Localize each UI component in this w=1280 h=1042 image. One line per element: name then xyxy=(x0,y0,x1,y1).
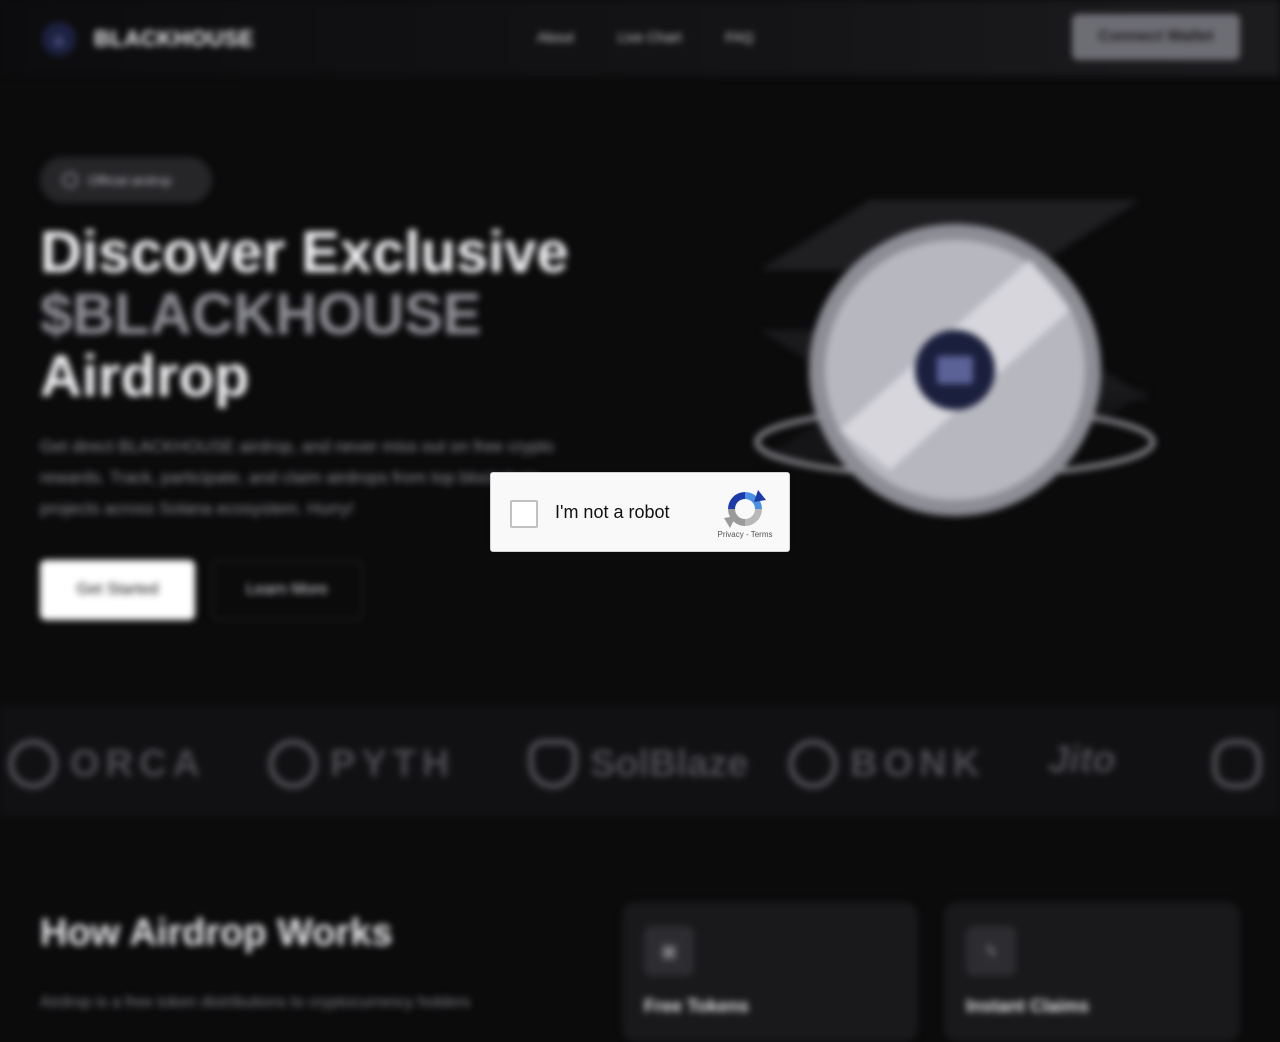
flame-icon xyxy=(528,739,578,789)
lightning-icon: ϟ xyxy=(966,926,1016,976)
nav-item-faq[interactable]: FAQ xyxy=(725,29,753,45)
connect-wallet-button[interactable]: Connect Wallet xyxy=(1072,14,1240,60)
main-nav: About Live Chart FAQ xyxy=(537,29,753,45)
feature-card-free-tokens: ▣ Free Tokens xyxy=(622,902,918,1042)
official-airdrop-badge: Official airdrop xyxy=(40,157,212,203)
learn-more-button[interactable]: Learn More xyxy=(212,560,362,620)
partner-pyth: PYTH xyxy=(268,739,455,789)
partner-bonk: BONK xyxy=(788,739,986,789)
partner-orca: ORCA xyxy=(8,739,206,789)
hero-title-line3: Airdrop xyxy=(40,344,250,409)
logo-icon: ⌂ xyxy=(42,22,76,56)
get-started-button[interactable]: Get Started xyxy=(40,560,195,620)
site-header: ⌂ BLACKHOUSE About Live Chart FAQ Connec… xyxy=(0,0,1280,76)
recaptcha-label: I'm not a robot xyxy=(555,502,670,522)
how-it-works-title: How Airdrop Works xyxy=(40,912,393,954)
bonk-logo-icon xyxy=(788,739,838,789)
how-it-works-description: Airdrop is a free token distributions to… xyxy=(40,994,471,1011)
partner-solblaze: SolBlaze xyxy=(528,739,748,789)
terms-link[interactable]: Terms xyxy=(751,530,773,539)
hero-coin-illustration xyxy=(740,200,1170,540)
badge-label: Official airdrop xyxy=(88,172,172,188)
privacy-link[interactable]: Privacy xyxy=(718,530,744,539)
nav-item-live-chart[interactable]: Live Chart xyxy=(618,29,682,45)
hero-title-line1: Discover Exclusive xyxy=(40,220,569,285)
recaptcha-links: Privacy - Terms xyxy=(713,530,777,539)
partners-strip: ORCA PYTH SolBlaze BONK Jito xyxy=(0,705,1280,817)
link-separator: - xyxy=(743,530,751,539)
hero-title: Discover Exclusive $BLACKHOUSE Airdrop xyxy=(40,222,569,408)
partner-cut-off xyxy=(1212,739,1262,789)
card-title: Instant Claims xyxy=(966,996,1090,1016)
feature-card-instant-claims: ϟ Instant Claims xyxy=(944,902,1240,1042)
nav-item-about[interactable]: About xyxy=(537,29,574,45)
badge-icon xyxy=(62,172,78,188)
logo-text: BLACKHOUSE xyxy=(94,26,255,51)
pyth-logo-icon xyxy=(268,739,318,789)
partner-logo-icon xyxy=(1212,739,1262,789)
card-title: Free Tokens xyxy=(644,996,749,1016)
partner-jito: Jito xyxy=(1048,739,1116,781)
hero-title-line2: $BLACKHOUSE xyxy=(40,282,482,347)
recaptcha-checkbox[interactable] xyxy=(510,500,538,528)
recaptcha-widget: I'm not a robot Privacy - Terms xyxy=(490,472,790,552)
recaptcha-logo-icon xyxy=(724,490,766,528)
gift-icon: ▣ xyxy=(644,926,694,976)
orca-logo-icon xyxy=(8,739,58,789)
